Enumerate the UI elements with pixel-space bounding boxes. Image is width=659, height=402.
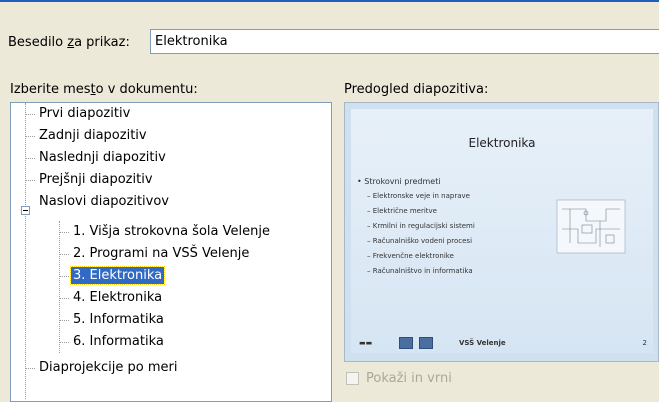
tree-item-custom-shows[interactable]: Diaprojekcije po meri	[37, 357, 179, 379]
circuit-diagram-icon	[556, 199, 626, 254]
tree-item-slide-2[interactable]: 2. Programi na VSŠ Velenje	[71, 243, 251, 265]
tree-item-slide-1[interactable]: 1. Višja strokovna šola Velenje	[71, 221, 272, 243]
tree-item-last-slide[interactable]: Zadnji diapozitiv	[37, 125, 149, 147]
slide-preview: Elektronika • Strokovni predmeti – Elekt…	[344, 102, 659, 362]
collapse-icon[interactable]	[21, 206, 30, 215]
tree-item-slide-5[interactable]: 5. Informatika	[71, 309, 166, 331]
tree-item-first-slide[interactable]: Prvi diapozitiv	[37, 103, 132, 125]
tree-item-slide-3[interactable]: 3. Elektronika	[69, 265, 166, 287]
slide-bullet: • Strokovni predmeti	[357, 177, 441, 186]
slide-thumbnail: Elektronika • Strokovni predmeti – Elekt…	[351, 109, 653, 353]
slide-subitem: – Računalništvo in informatika	[367, 267, 473, 275]
slide-preview-label: Predogled diapozitiva:	[344, 82, 489, 97]
tree-item-slide-titles[interactable]: Naslovi diapozitivov	[37, 191, 171, 213]
show-and-return-label: Pokaži in vrni	[366, 371, 452, 386]
tree-item-slide-6[interactable]: 6. Informatika	[71, 331, 166, 353]
tree-item-previous-slide[interactable]: Prejšnji diapozitiv	[37, 169, 155, 191]
slide-subitem: – Frekvenčne elektronike	[367, 252, 454, 260]
next-slide-icon	[419, 337, 433, 349]
place-in-document-label: Izberite mesto v dokumentu:	[10, 82, 198, 97]
tree-item-next-slide[interactable]: Naslednji diapozitiv	[37, 147, 168, 169]
slide-title: Elektronika	[468, 136, 536, 150]
tree-guide-line	[25, 103, 26, 399]
show-and-return-checkbox[interactable]	[346, 372, 359, 385]
slide-subitem: – Krmilni in regulacijski sistemi	[367, 222, 475, 230]
logo-icon: ▬▬	[359, 339, 373, 347]
display-text-input[interactable]	[150, 29, 659, 54]
slide-bullet-list: • Strokovni predmeti – Elektronske veje …	[357, 174, 475, 279]
display-text-label: Besedilo za prikaz:	[8, 35, 130, 50]
slide-footer: ▬▬ VSŠ Velenje 2	[359, 337, 647, 349]
place-in-document-tree[interactable]: Prvi diapozitiv Zadnji diapozitiv Nasled…	[10, 102, 332, 402]
slide-subitem: – Računalniško vodeni procesi	[367, 237, 473, 245]
slide-subitem: – Elektronske veje in naprave	[367, 192, 470, 200]
top-border	[0, 0, 659, 2]
tree-item-slide-4[interactable]: 4. Elektronika	[71, 287, 164, 309]
slide-subitem: – Električne meritve	[367, 207, 437, 215]
tree-guide-line	[59, 221, 60, 353]
previous-slide-icon	[399, 337, 413, 349]
